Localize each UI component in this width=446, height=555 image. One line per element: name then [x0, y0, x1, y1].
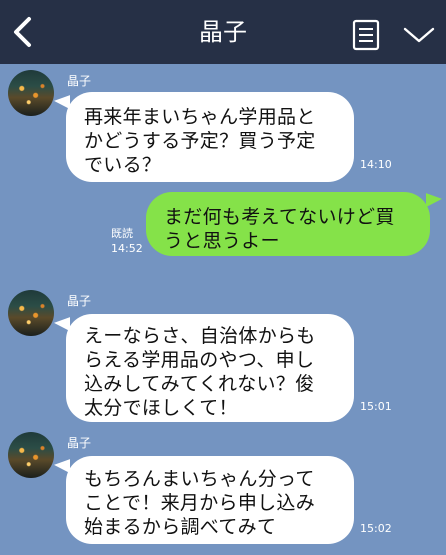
message-bubble[interactable]: 再来年まいちゃん学用品と かどうする予定？買う予定 でいる？ — [66, 92, 354, 182]
message-time: 15:01 — [360, 400, 392, 413]
message-time: 15:02 — [360, 522, 392, 535]
menu-button[interactable] — [351, 19, 381, 51]
message-bubble[interactable]: もちろんまいちゃん分って ことで！来月から申し込み 始まるから調べてみて — [66, 456, 354, 544]
message-bubble[interactable]: えーならさ、自治体からも らえる学用品のやつ、申し 込みしてみてくれない？俊 太… — [66, 314, 354, 422]
expand-button[interactable] — [402, 24, 436, 46]
avatar[interactable] — [8, 290, 54, 336]
sender-name: 晶子 — [67, 74, 92, 88]
menu-list-icon — [352, 19, 380, 51]
sender-name: 晶子 — [67, 436, 92, 450]
message-time: 14:52 — [111, 242, 143, 255]
avatar[interactable] — [8, 70, 54, 116]
sender-name: 晶子 — [67, 294, 92, 308]
message-bubble[interactable]: まだ何も考えてないけど買 うと思うよー — [146, 192, 430, 256]
chevron-down-icon — [403, 27, 435, 43]
read-receipt: 既読 — [111, 227, 133, 240]
chat-header: 晶子 — [0, 0, 446, 64]
avatar[interactable] — [8, 432, 54, 478]
message-time: 14:10 — [360, 158, 392, 171]
